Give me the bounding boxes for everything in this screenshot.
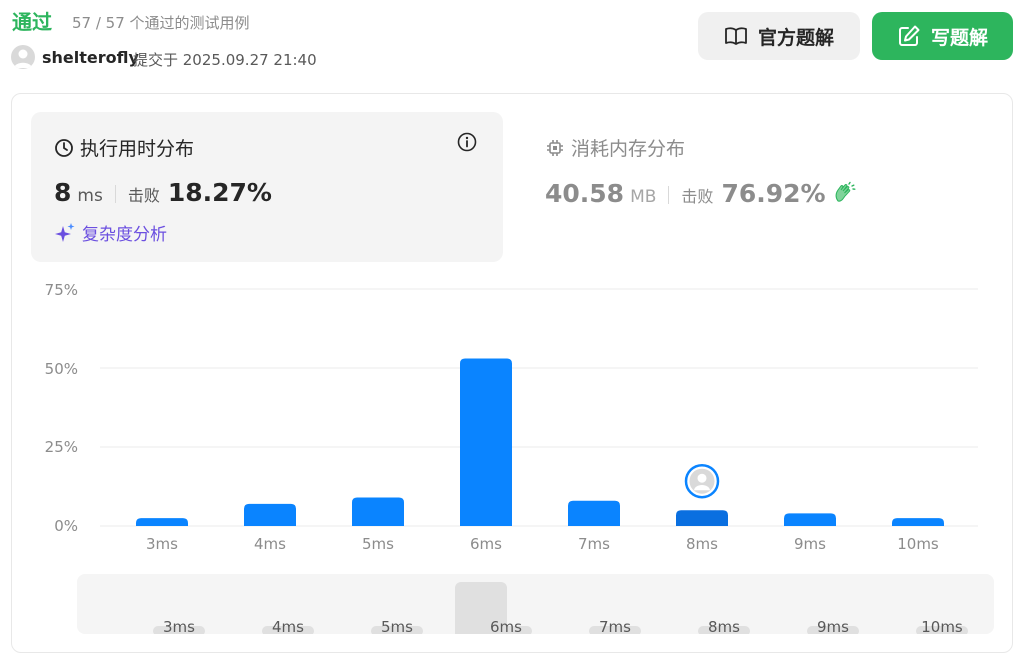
x-tick-label: 7ms (578, 535, 610, 553)
x-tick-label: 3ms (146, 535, 178, 553)
x-tick-label: 5ms (362, 535, 394, 553)
bar-5ms[interactable] (352, 497, 404, 526)
navigator-label: 10ms (921, 618, 963, 634)
navigator-label: 6ms (490, 618, 522, 634)
navigator-label: 4ms (272, 618, 304, 634)
navigator-label: 7ms (599, 618, 631, 634)
navigator-label: 5ms (381, 618, 413, 634)
navigator-label: 3ms (163, 618, 195, 634)
my-submission-avatar (684, 463, 720, 499)
runtime-distribution-chart (100, 288, 978, 527)
bar-8ms[interactable] (676, 510, 728, 526)
bar-6ms[interactable] (460, 358, 512, 526)
navigator-label: 9ms (817, 618, 849, 634)
bar-3ms[interactable] (136, 518, 188, 526)
x-tick-label: 10ms (897, 535, 939, 553)
bar-10ms[interactable] (892, 518, 944, 526)
bar-7ms[interactable] (568, 500, 620, 526)
x-tick-label: 4ms (254, 535, 286, 553)
x-tick-label: 9ms (794, 535, 826, 553)
bar-9ms[interactable] (784, 513, 836, 526)
chart-navigator[interactable]: 3ms 4ms 5ms 6ms 7ms 8ms 9ms 10ms (77, 574, 994, 634)
bar-4ms[interactable] (244, 503, 296, 526)
x-tick-label: 8ms (686, 535, 718, 553)
navigator-label: 8ms (708, 618, 740, 634)
x-tick-label: 6ms (470, 535, 502, 553)
